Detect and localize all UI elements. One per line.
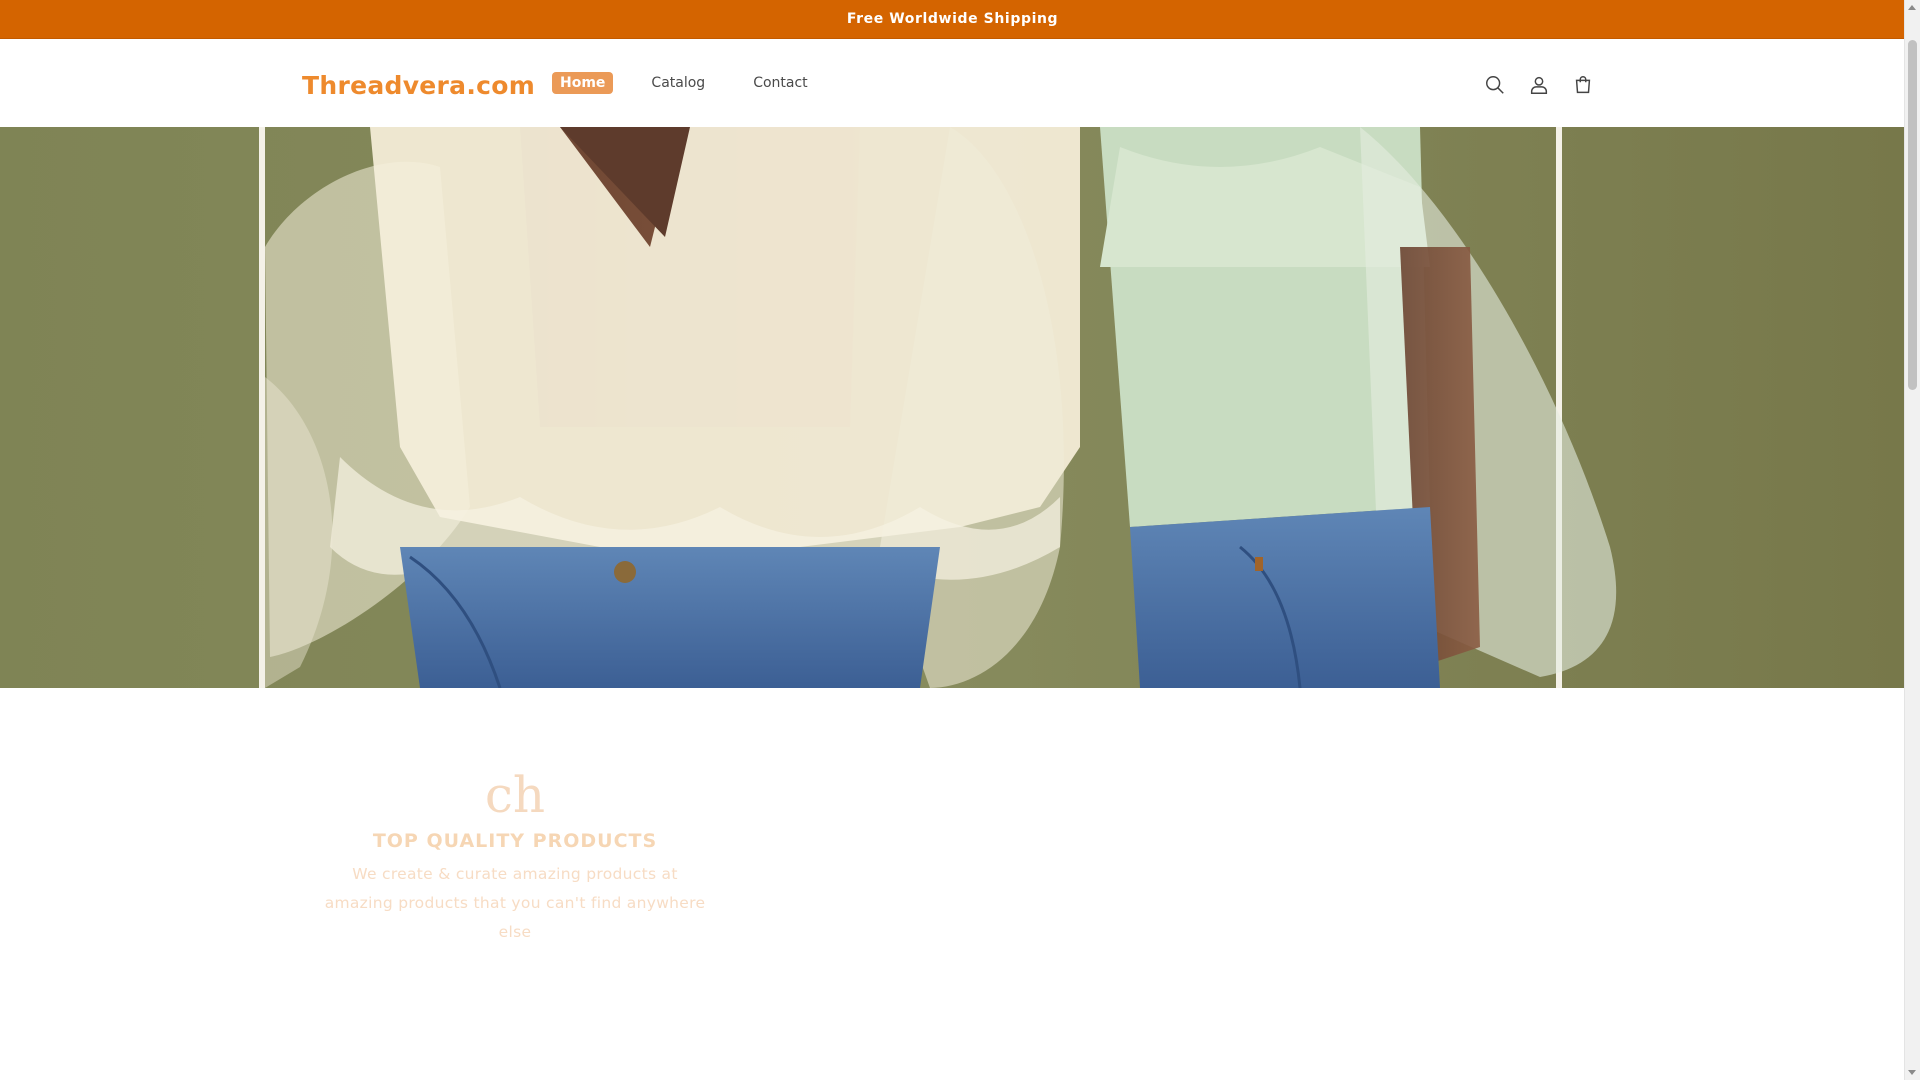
- site-logo[interactable]: Threadvera.com: [302, 71, 535, 100]
- announcement-text: Free Worldwide Shipping: [846, 11, 1059, 27]
- feature-title: TOP QUALITY PRODUCTS: [372, 830, 658, 852]
- account-icon: [1530, 76, 1548, 94]
- scroll-down-arrow[interactable]: [1908, 1070, 1916, 1075]
- feature-block: ch TOP QUALITY PRODUCTS We create & cura…: [300, 770, 730, 947]
- page: Free Worldwide Shipping Threadvera.com H…: [0, 0, 1905, 1080]
- nav-contact[interactable]: Contact: [745, 72, 815, 94]
- page-scrollbar[interactable]: [1904, 0, 1920, 1080]
- feature-icon: ch: [484, 766, 546, 824]
- hero-banner[interactable]: [0, 127, 1905, 688]
- cart-icon: [1575, 76, 1591, 94]
- search-button[interactable]: [1473, 65, 1517, 105]
- scroll-up-arrow[interactable]: [1908, 5, 1916, 10]
- main-nav: Home Catalog Contact: [552, 72, 848, 94]
- header-icons: [1473, 65, 1605, 105]
- nav-catalog[interactable]: Catalog: [643, 72, 713, 94]
- search-icon: [1486, 76, 1504, 94]
- site-header: Threadvera.com Home Catalog Contact: [0, 39, 1905, 128]
- feature-text: We create & curate amazing products at a…: [324, 865, 706, 941]
- hero-image: [0, 127, 1905, 688]
- nav-home[interactable]: Home: [552, 72, 614, 94]
- account-button[interactable]: [1517, 65, 1561, 105]
- announcement-bar: Free Worldwide Shipping: [0, 0, 1905, 39]
- scroll-thumb[interactable]: [1908, 40, 1917, 390]
- cart-button[interactable]: [1561, 65, 1605, 105]
